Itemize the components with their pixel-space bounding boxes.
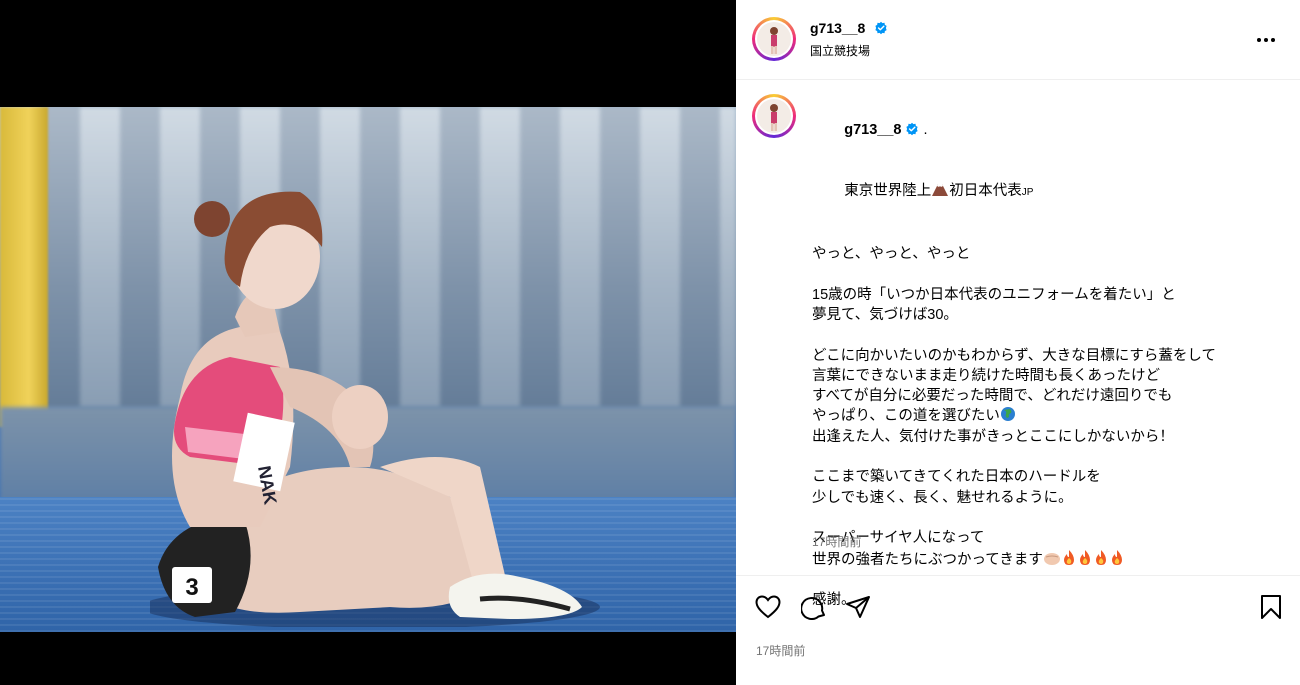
caption-title-a: 東京世界陸上	[844, 183, 932, 200]
comment-button[interactable]	[799, 592, 829, 622]
verified-badge-icon	[875, 21, 887, 35]
caption-line: 少しでも速く、長く、魅せれるように。	[812, 489, 1073, 506]
fist-icon	[1043, 552, 1060, 565]
post-timestamp[interactable]: 17時間前	[756, 642, 805, 659]
author-username[interactable]: g713__8	[810, 20, 865, 36]
post-actions-bar: 17時間前	[736, 575, 1300, 685]
caption-title-c: JP	[1021, 187, 1034, 199]
avatar-photo-icon	[770, 104, 778, 131]
caption-line: 言葉にできないまま走り続けた時間も長くあったけど	[812, 367, 1160, 384]
comment-icon	[801, 597, 825, 620]
caption-line: スーパーサイヤ人になって	[812, 530, 985, 547]
post-media[interactable]: 3 NAK	[0, 0, 736, 685]
yellow-post	[0, 107, 48, 427]
post-header: g713__8 国立競技場	[736, 0, 1300, 80]
caption-line: やっと、やっと、やっと	[812, 246, 971, 263]
caption-line-with-emoji: 世界の強者たちにぶつかってきます	[812, 549, 1282, 570]
caption-line: 15歳の時「いつか日本代表のユニフォームを着たい」と	[812, 286, 1176, 303]
bookmark-icon	[1261, 595, 1281, 619]
share-button[interactable]	[843, 592, 873, 622]
post-caption: g713__8 . 東京世界陸上 初日本代表JP やっと、やっと、やっと 15歳の…	[812, 100, 1282, 610]
caption-username[interactable]: g713__8	[844, 122, 901, 138]
heart-icon	[755, 595, 781, 619]
like-button[interactable]	[753, 592, 783, 622]
post-location[interactable]: 国立競技場	[810, 42, 870, 59]
caption-author-line: g713__8 .	[812, 100, 1282, 161]
caption-line: 世界の強者たちにぶつかってきます	[812, 551, 1043, 568]
author-avatar[interactable]	[752, 17, 796, 61]
athlete-figure: 3 NAK	[150, 191, 600, 627]
caption-line: やっぱり、この道を選びたい	[812, 408, 1000, 425]
post-side-panel: g713__8 国立競技場 g713__8 . 東京世界陸上 初日本代表JP や…	[736, 0, 1300, 685]
caption-name-suffix: .	[923, 122, 928, 139]
share-icon	[846, 596, 870, 618]
post-photo[interactable]: 3 NAK	[0, 107, 736, 632]
author-name-line: g713__8	[810, 20, 888, 38]
bib-hip-number: 3	[185, 574, 198, 601]
fire-icon	[1063, 549, 1074, 565]
fire-icon	[1095, 549, 1106, 565]
caption-line: 夢見て、気づけば30。	[812, 306, 958, 323]
caption-title-b: 初日本代表	[949, 183, 1022, 200]
caption-line: ここまで築いてきてくれた日本のハードルを	[812, 469, 1101, 486]
caption-section: g713__8 . 東京世界陸上 初日本代表JP やっと、やっと、やっと 15歳の…	[736, 80, 1300, 608]
more-options-icon[interactable]	[1254, 28, 1278, 52]
caption-line: どこに向かいたいのかもわからず、大きな目標にすら蓋をして	[812, 347, 1216, 364]
fire-icon	[1079, 549, 1090, 565]
save-button[interactable]	[1256, 592, 1286, 622]
caption-avatar[interactable]	[752, 94, 796, 138]
globe-icon	[1000, 407, 1015, 422]
caption-line: 出逢えた人、気付けた事がきっとここにしかないから！	[812, 428, 1174, 445]
mount-fuji-icon	[932, 184, 949, 197]
caption-title-line: 東京世界陸上 初日本代表JP	[812, 161, 1282, 224]
caption-timestamp[interactable]: 17時間前	[812, 533, 861, 550]
caption-line: すべてが自分に必要だった時間で、どれだけ遠回りでも	[812, 388, 1173, 405]
caption-line-with-globe: やっぱり、この道を選びたい	[812, 406, 1282, 426]
avatar-photo-icon	[770, 27, 778, 54]
verified-badge-icon	[906, 122, 919, 136]
fire-icon	[1111, 549, 1122, 565]
